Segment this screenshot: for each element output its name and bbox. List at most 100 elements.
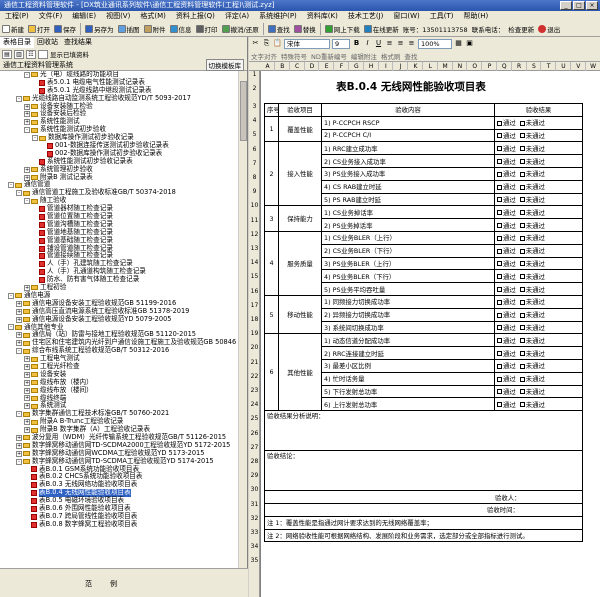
row-header-22[interactable]: 22	[249, 373, 260, 380]
fail-checkbox[interactable]	[519, 261, 525, 267]
pass-checkbox[interactable]	[497, 210, 502, 216]
left-tab-2[interactable]: 查找结果	[61, 37, 95, 48]
result-cell[interactable]: 通过 未通过	[494, 128, 583, 143]
fail-checkbox[interactable]	[519, 235, 525, 241]
column-header-C[interactable]: C	[291, 62, 305, 71]
column-header-N[interactable]: N	[453, 62, 468, 71]
row-header-2[interactable]: 2	[249, 85, 260, 92]
row-header-31[interactable]: 31	[249, 501, 260, 508]
content-cell[interactable]: 6) 上行发射总功率	[321, 397, 495, 412]
menu-item-0[interactable]: 工程(P)	[0, 11, 34, 21]
row-header-9[interactable]: 9	[249, 188, 260, 195]
menu-item-7[interactable]: 系统维护(P)	[254, 11, 302, 21]
expand-toggle-icon[interactable]: +	[24, 363, 30, 370]
result-cell[interactable]: 通过 未通过	[494, 397, 583, 412]
pass-checkbox[interactable]	[497, 159, 502, 165]
edit-tool-1[interactable]: 特殊符号	[281, 51, 307, 61]
result-cell[interactable]: 通过 未通过	[494, 115, 583, 130]
sheet-area[interactable]: 表B.0.4 无线网性能验收项目表 序号验收项目验收内容验收结果1覆盖性能1) …	[261, 71, 600, 597]
row-header-27[interactable]: 27	[249, 444, 260, 451]
result-cell[interactable]: 通过 未通过	[494, 358, 583, 373]
tree-node[interactable]: 管道位置随工检查记录	[0, 212, 238, 221]
fail-checkbox[interactable]	[519, 363, 525, 369]
result-cell[interactable]: 通过 未通过	[494, 141, 583, 156]
toolbar-button-11[interactable]: 网上下载	[323, 22, 362, 36]
row-header-35[interactable]: 35	[249, 557, 260, 564]
menu-item-8[interactable]: 资料库(K)	[302, 11, 343, 21]
menu-item-6[interactable]: 评定(A)	[220, 11, 254, 21]
italic-icon[interactable]: I	[363, 39, 372, 48]
tree-node[interactable]: + 缆线布放（楼间）	[0, 386, 238, 395]
left-tab-1[interactable]: 回收站	[34, 37, 61, 48]
content-cell[interactable]: 3) PS业务接入成功率	[321, 166, 495, 181]
tree-node[interactable]: + 工程电气测试	[0, 354, 238, 363]
border-icon[interactable]: ▦	[454, 39, 463, 48]
row-header-13[interactable]: 13	[249, 245, 260, 252]
tree-node[interactable]: - 光缆线路自动监测系统工程验收规范YD/T 5093-2017	[0, 94, 238, 103]
content-cell[interactable]: 3) 系统间切换成功率	[321, 320, 495, 335]
menu-item-2[interactable]: 编辑(E)	[67, 11, 101, 21]
fail-checkbox[interactable]	[519, 197, 525, 203]
tree-node[interactable]: 管道基础随工检查记录	[0, 236, 238, 245]
row-header-7[interactable]: 7	[249, 160, 260, 167]
row-header-33[interactable]: 33	[249, 529, 260, 536]
filter-icon[interactable]: ☷	[26, 49, 36, 59]
merge-icon[interactable]: ▣	[465, 39, 474, 48]
signer-cell[interactable]: 验收人：	[264, 490, 583, 504]
pass-checkbox[interactable]	[497, 351, 502, 357]
toolbar-button-9[interactable]: 查找	[266, 22, 292, 36]
pass-checkbox[interactable]	[497, 171, 502, 177]
collapse-toggle-icon[interactable]: -	[24, 127, 30, 134]
collapse-toggle-icon[interactable]: -	[16, 348, 22, 355]
content-cell[interactable]: 2) P-CCPCH C/I	[321, 128, 495, 143]
column-header-M[interactable]: M	[439, 62, 453, 71]
edit-tool-5[interactable]: 查找	[404, 51, 417, 61]
tree-node[interactable]: - 综合布线系统工程验收规范GB/T 50312-2016	[0, 346, 238, 355]
fail-checkbox[interactable]	[519, 274, 525, 280]
row-header-30[interactable]: 30	[249, 486, 260, 493]
expand-toggle-icon[interactable]: +	[24, 403, 30, 410]
toolbar-button-3[interactable]: 另存为	[83, 22, 116, 36]
expand-toggle-icon[interactable]: +	[24, 395, 30, 402]
content-cell[interactable]: 4) CS RAB建立时延	[321, 179, 495, 194]
menu-item-9[interactable]: 技术工艺(J)	[343, 11, 389, 21]
tree-node[interactable]: - 通信管道工程施工及验收标准GB/T 50374-2018	[0, 188, 238, 197]
pass-checkbox[interactable]	[497, 261, 502, 267]
fail-checkbox[interactable]	[519, 146, 525, 152]
row-header-29[interactable]: 29	[249, 472, 260, 479]
result-cell[interactable]: 通过 未通过	[494, 192, 583, 207]
fail-checkbox[interactable]	[519, 287, 525, 293]
tree-node[interactable]: - 随工验收	[0, 196, 238, 205]
row-header-1[interactable]: 1	[249, 71, 260, 78]
result-cell[interactable]: 通过 未通过	[494, 166, 583, 181]
result-cell[interactable]: 通过 未通过	[494, 333, 583, 348]
row-header-18[interactable]: 18	[249, 316, 260, 323]
tree-node[interactable]: + 系统性能测试	[0, 117, 238, 126]
result-cell[interactable]: 通过 未通过	[494, 218, 583, 232]
column-header-H[interactable]: H	[365, 62, 379, 71]
row-header-12[interactable]: 12	[249, 231, 260, 238]
expand-toggle-icon[interactable]: +	[24, 387, 30, 394]
row-header-4[interactable]: 4	[249, 117, 260, 124]
row-header-20[interactable]: 20	[249, 344, 260, 351]
fail-checkbox[interactable]	[519, 389, 525, 395]
content-cell[interactable]: 2) CS业务BLER（下行）	[321, 243, 495, 258]
fail-checkbox[interactable]	[519, 133, 525, 139]
result-cell[interactable]: 通过 未通过	[494, 230, 583, 245]
expand-toggle-icon[interactable]: +	[24, 103, 30, 110]
fail-checkbox[interactable]	[519, 184, 525, 190]
conclusion-cell[interactable]: 验收结果分析说明：	[264, 410, 583, 452]
pass-checkbox[interactable]	[497, 223, 502, 229]
menu-item-4[interactable]: 格式(M)	[135, 11, 171, 21]
pass-checkbox[interactable]	[497, 274, 502, 280]
align-right-icon[interactable]: ≡	[407, 39, 416, 48]
content-cell[interactable]: 2) RRC连接建立时延	[321, 346, 495, 360]
exit-button[interactable]: 退出	[536, 22, 562, 36]
result-cell[interactable]: 通过 未通过	[494, 346, 583, 360]
row-header-3[interactable]: 3	[249, 103, 260, 110]
expand-toggle-icon[interactable]: +	[24, 119, 30, 126]
content-cell[interactable]: 3) PS业务BLER（上行）	[321, 256, 495, 271]
font-select[interactable]: 宋体	[284, 38, 330, 49]
menu-item-3[interactable]: 视图(V)	[101, 11, 135, 21]
expand-toggle-icon[interactable]: +	[16, 300, 22, 307]
